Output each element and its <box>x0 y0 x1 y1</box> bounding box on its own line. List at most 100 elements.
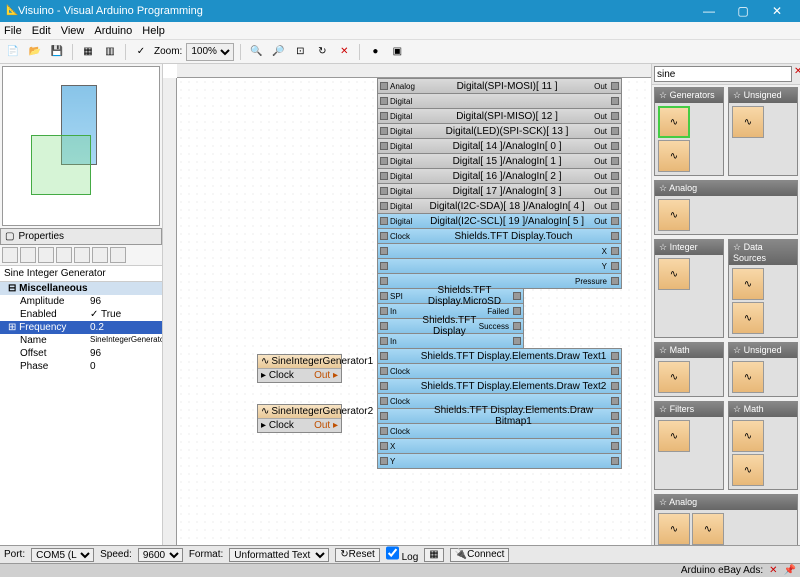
component-item[interactable]: ∿ <box>658 199 690 231</box>
properties-tree[interactable]: ⊟ Miscellaneous Amplitude96 Enabled✓ Tru… <box>0 282 162 545</box>
menu-help[interactable]: Help <box>142 25 165 37</box>
tool-d[interactable]: ● <box>366 43 384 61</box>
zoomfit-icon[interactable]: ⊡ <box>291 43 309 61</box>
category-header[interactable]: ☆ Filters <box>655 402 723 417</box>
prop-btn-3[interactable] <box>38 247 54 263</box>
design-canvas[interactable]: ∿SineIntegerGenerator1 ▸ ClockOut ▸ ∿Sin… <box>163 64 651 545</box>
component-item[interactable]: ∿ <box>732 361 764 393</box>
arduino-pin-row[interactable]: Shields.TFT DisplaySuccess <box>377 318 524 334</box>
category-header[interactable]: ☆ Analog <box>655 181 797 196</box>
arduino-pin-row[interactable]: X <box>377 438 622 454</box>
component-item[interactable]: ∿ <box>692 513 724 545</box>
arduino-pin-row[interactable]: Shields.TFT Display.Elements.Draw Text2 <box>377 378 622 394</box>
log-checkbox[interactable]: Log <box>386 546 418 563</box>
prop-btn-6[interactable] <box>92 247 108 263</box>
arduino-pin-row[interactable]: SPIShields.TFT Display.MicroSD <box>377 288 524 304</box>
category-box: ☆ Generators ∿∿ <box>654 87 724 176</box>
ad-pin-icon[interactable]: 📌 <box>784 565 796 576</box>
arduino-pin-row[interactable]: X <box>377 243 622 259</box>
prop-btn-7[interactable] <box>110 247 126 263</box>
arduino-pin-row[interactable]: DigitalDigital(I2C-SCL)[ 19 ]/AnalogIn[ … <box>377 213 622 229</box>
category-header[interactable]: ☆ Math <box>729 402 797 417</box>
menu-bar: File Edit View Arduino Help <box>0 22 800 40</box>
open-button[interactable]: 📂 <box>26 43 44 61</box>
arduino-pin-row[interactable]: AnalogDigital(SPI-MOSI)[ 11 ]Out <box>377 78 622 94</box>
menu-arduino[interactable]: Arduino <box>94 25 132 37</box>
clear-search-icon[interactable]: ✕ <box>794 66 800 82</box>
toolbar: 📄 📂 💾 ▦ ▥ ✓ Zoom: 100% 🔍 🔎 ⊡ ↻ ✕ ● ▣ <box>0 40 800 64</box>
arduino-pin-row[interactable]: DigitalDigital[ 14 ]/AnalogIn[ 0 ]Out <box>377 138 622 154</box>
tool-a[interactable]: ▦ <box>79 43 97 61</box>
minimize-button[interactable]: — <box>692 0 726 22</box>
category-box: ☆ Analog ∿∿ <box>654 494 798 545</box>
tool-e[interactable]: ▣ <box>388 43 406 61</box>
status-bar: Port: COM5 (L Speed: 9600 Format: Unform… <box>0 545 800 563</box>
overview-panel[interactable] <box>2 66 160 226</box>
ruler-horizontal <box>177 64 651 78</box>
zoomin-icon[interactable]: 🔍 <box>247 43 265 61</box>
zoom-label: Zoom: <box>154 46 182 57</box>
menu-view[interactable]: View <box>61 25 85 37</box>
component-item[interactable]: ∿ <box>658 140 690 172</box>
save-button[interactable]: 💾 <box>48 43 66 61</box>
search-input[interactable] <box>654 66 792 82</box>
arduino-pin-row[interactable]: DigitalDigital(LED)(SPI-SCK)[ 13 ]Out <box>377 123 622 139</box>
arduino-pin-row[interactable]: DigitalDigital[ 16 ]/AnalogIn[ 2 ]Out <box>377 168 622 184</box>
category-header[interactable]: ☆ Generators <box>655 88 723 103</box>
menu-edit[interactable]: Edit <box>32 25 51 37</box>
sine-icon: ∿ <box>261 356 269 367</box>
ad-close-icon[interactable]: ✕ <box>769 565 777 576</box>
category-box: ☆ Unsigned ∿ <box>728 342 798 397</box>
speed-select[interactable]: 9600 <box>138 548 183 562</box>
category-header[interactable]: ☆ Data Sources <box>729 240 797 265</box>
prop-btn-5[interactable] <box>74 247 90 263</box>
component-item[interactable]: ∿ <box>732 302 764 334</box>
component-item[interactable]: ∿ <box>732 454 764 486</box>
arduino-pin-row[interactable]: DigitalDigital(SPI-MISO)[ 12 ]Out <box>377 108 622 124</box>
menu-file[interactable]: File <box>4 25 22 37</box>
category-header[interactable]: ☆ Analog <box>655 495 797 510</box>
arduino-pin-row[interactable]: Y <box>377 258 622 274</box>
arduino-pin-row[interactable]: Digital <box>377 93 622 109</box>
node-generator-2[interactable]: ∿SineIntegerGenerator2 ▸ ClockOut ▸ <box>257 404 342 433</box>
prop-btn-4[interactable] <box>56 247 72 263</box>
new-button[interactable]: 📄 <box>4 43 22 61</box>
prop-btn-1[interactable] <box>2 247 18 263</box>
tool-b[interactable]: ▥ <box>101 43 119 61</box>
arduino-pin-row[interactable]: Clock <box>377 363 622 379</box>
refresh-icon[interactable]: ↻ <box>313 43 331 61</box>
tool-c[interactable]: ✓ <box>132 43 150 61</box>
port-select[interactable]: COM5 (L <box>31 548 94 562</box>
category-header[interactable]: ☆ Integer <box>655 240 723 255</box>
zoomout-icon[interactable]: 🔎 <box>269 43 287 61</box>
category-header[interactable]: ☆ Unsigned <box>729 343 797 358</box>
arduino-pin-row[interactable]: ClockShields.TFT Display.Touch <box>377 228 622 244</box>
close-button[interactable]: ✕ <box>760 0 794 22</box>
component-item[interactable]: ∿ <box>658 513 690 545</box>
component-item[interactable]: ∿ <box>732 420 764 452</box>
reset-button[interactable]: ↻ Reset <box>335 548 380 562</box>
arduino-pin-row[interactable]: Shields.TFT Display.Elements.Draw Bitmap… <box>377 408 622 424</box>
category-box: ☆ Math ∿∿ <box>728 401 798 490</box>
node-generator-1[interactable]: ∿SineIntegerGenerator1 ▸ ClockOut ▸ <box>257 354 342 383</box>
category-box: ☆ Math ∿ <box>654 342 724 397</box>
arduino-pin-row[interactable]: Shields.TFT Display.Elements.Draw Text1 <box>377 348 622 364</box>
arduino-pin-row[interactable]: DigitalDigital[ 17 ]/AnalogIn[ 3 ]Out <box>377 183 622 199</box>
arduino-pin-row[interactable]: DigitalDigital(I2C-SDA)[ 18 ]/AnalogIn[ … <box>377 198 622 214</box>
category-header[interactable]: ☆ Math <box>655 343 723 358</box>
component-item[interactable]: ∿ <box>732 268 764 300</box>
format-select[interactable]: Unformatted Text <box>229 548 329 562</box>
zoom-select[interactable]: 100% <box>186 43 234 61</box>
component-item[interactable]: ∿ <box>658 420 690 452</box>
tool-x[interactable]: ▦ <box>424 548 443 562</box>
maximize-button[interactable]: ▢ <box>726 0 760 22</box>
prop-btn-2[interactable] <box>20 247 36 263</box>
component-item[interactable]: ∿ <box>658 106 690 138</box>
arduino-node[interactable]: AnalogDigital(SPI-MOSI)[ 11 ]OutDigitalD… <box>377 78 622 468</box>
arduino-pin-row[interactable]: Y <box>377 453 622 469</box>
delete-icon[interactable]: ✕ <box>335 43 353 61</box>
connect-button[interactable]: 🔌 Connect <box>450 548 510 562</box>
arduino-pin-row[interactable]: DigitalDigital[ 15 ]/AnalogIn[ 1 ]Out <box>377 153 622 169</box>
component-item[interactable]: ∿ <box>658 258 690 290</box>
component-item[interactable]: ∿ <box>658 361 690 393</box>
